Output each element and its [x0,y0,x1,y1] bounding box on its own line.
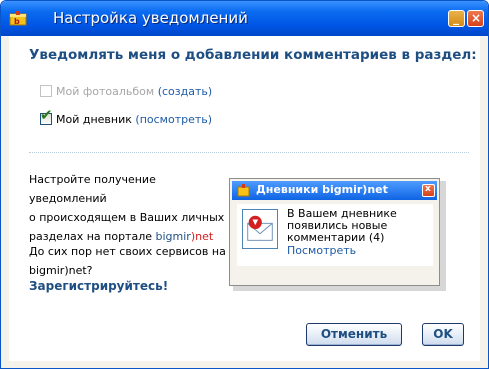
notification-message: В Вашем дневнике появились новые коммент… [287,208,397,244]
notification-preview: Дневники bigmir)net x В Вашем дневнике п… [229,178,440,286]
diary-view-link[interactable]: (посмотреть) [135,113,212,126]
title-bar[interactable]: b Настройка уведомлений _ × [1,1,488,36]
diary-label: Мой дневник [56,113,132,126]
info-line: о происходящем в Ваших личных [29,211,225,224]
register-link[interactable]: Зарегистрируйтесь! [29,279,168,293]
question-line: До сих пор нет своих сервисов на [29,245,226,258]
notification-title: Дневники bigmir)net [256,183,388,196]
photoalbum-label: Мой фотоальбом [56,85,155,98]
window-title: Настройка уведомлений [53,9,248,27]
notification-view-link[interactable]: Посмотреть [287,244,356,257]
diary-option: Мой дневник (посмотреть) [56,113,212,126]
diary-checkbox[interactable]: ✔ [40,108,53,125]
notification-app-icon [237,184,250,197]
dialog-content: Уведомлять меня о добавлении комментарие… [9,36,480,361]
photoalbum-create-link[interactable]: (создать) [158,85,212,98]
app-icon: b [9,11,27,26]
message-line: комментарии (4) [287,231,385,244]
photoalbum-option: Мой фотоальбом (создать) [56,85,212,98]
question-text: До сих пор нет своих сервисов на bigmir)… [29,242,229,280]
info-line: Настройте получение уведомлений [29,173,156,205]
settings-window: b Настройка уведомлений _ × Уведомлять м… [0,0,489,369]
svg-text:b: b [14,17,20,26]
notification-close-icon: x [425,184,431,194]
ok-button[interactable]: OK [422,323,464,346]
mail-icon [242,209,278,249]
divider [29,152,469,153]
notification-title-bar: Дневники bigmir)net x [232,181,437,200]
question-line: bigmir)net? [29,264,93,277]
close-button[interactable]: × [467,10,484,27]
photoalbum-checkbox[interactable] [40,85,52,97]
notification-close-button[interactable]: x [422,184,435,197]
close-icon: × [471,11,482,25]
minimize-icon: _ [453,11,459,25]
minimize-button[interactable]: _ [448,10,465,27]
cancel-button[interactable]: Отменить [306,323,402,346]
notification-body: В Вашем дневнике появились новые коммент… [237,204,433,266]
section-heading: Уведомлять меня о добавлении комментарие… [29,47,477,63]
checkmark-icon: ✔ [40,106,53,124]
info-text: Настройте получение уведомлений о происх… [29,170,229,246]
